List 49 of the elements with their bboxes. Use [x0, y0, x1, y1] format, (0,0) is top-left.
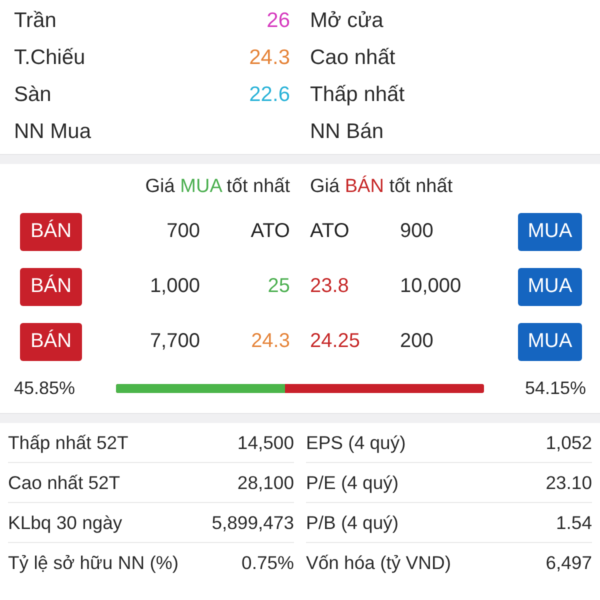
- field-label: T.Chiếu: [14, 46, 86, 70]
- field-label: Sàn: [14, 82, 52, 106]
- field-label: Mở cửa: [309, 8, 384, 32]
- bid-volume: 700: [166, 220, 200, 243]
- field-label: NN Bán: [309, 120, 385, 144]
- ask-volume: 900: [400, 220, 434, 243]
- stat-label: Vốn hóa (tỷ VND): [306, 552, 451, 574]
- sell-button[interactable]: BÁN: [20, 268, 82, 306]
- ask-header: Giá BÁN tốt nhất: [310, 176, 454, 198]
- sell-button[interactable]: BÁN: [20, 212, 82, 250]
- bid-price: ATO: [250, 220, 290, 243]
- sell-percent: 54.15%: [524, 378, 586, 398]
- stat-label: Cao nhất 52T: [8, 472, 120, 494]
- bid-price: 24.3: [250, 330, 290, 353]
- stat-label: Tỷ lệ sở hữu NN (%): [8, 552, 178, 574]
- price-value: 26: [266, 8, 290, 32]
- ask-price: ATO: [309, 220, 350, 243]
- stat-value: 28,100: [237, 472, 294, 494]
- field-label: Trần: [14, 8, 58, 32]
- ask-volume: 200: [400, 330, 434, 353]
- field-label: NN Mua: [14, 120, 92, 144]
- stat-value: 23.10: [546, 472, 592, 494]
- price-value: 24.3: [248, 46, 290, 70]
- sell-button[interactable]: BÁN: [20, 322, 82, 360]
- ask-volume: 10,000: [400, 275, 462, 298]
- field-label: Thấp nhất: [309, 82, 406, 106]
- stat-value: 1,052: [546, 432, 592, 454]
- stat-value: 1.54: [556, 512, 592, 534]
- stat-label: P/B (4 quý): [306, 512, 399, 534]
- stat-value: 0.75%: [242, 552, 294, 574]
- buy-button[interactable]: MUA: [518, 322, 582, 360]
- stat-label: KLbq 30 ngày: [8, 512, 122, 534]
- buy-button[interactable]: MUA: [518, 268, 582, 306]
- bid-header: Giá MUA tốt nhất: [144, 176, 290, 198]
- buy-percent: 45.85%: [14, 378, 76, 398]
- price-value: 22.6: [248, 82, 290, 106]
- bid-volume: 7,700: [148, 330, 200, 353]
- stat-value: 5,899,473: [212, 512, 294, 534]
- stat-label: P/E (4 quý): [306, 472, 399, 494]
- bid-price: 25: [266, 275, 290, 298]
- ask-price: 23.8: [309, 275, 350, 298]
- field-label: Cao nhất: [309, 46, 396, 70]
- buy-button[interactable]: MUA: [518, 212, 582, 250]
- bid-volume: 1,000: [148, 275, 200, 298]
- stat-label: Thấp nhất 52T: [8, 432, 128, 454]
- ask-price: 24.25: [309, 330, 362, 353]
- stat-label: EPS (4 quý): [306, 432, 406, 454]
- stat-value: 14,500: [237, 432, 294, 454]
- stat-value: 6,497: [546, 552, 592, 574]
